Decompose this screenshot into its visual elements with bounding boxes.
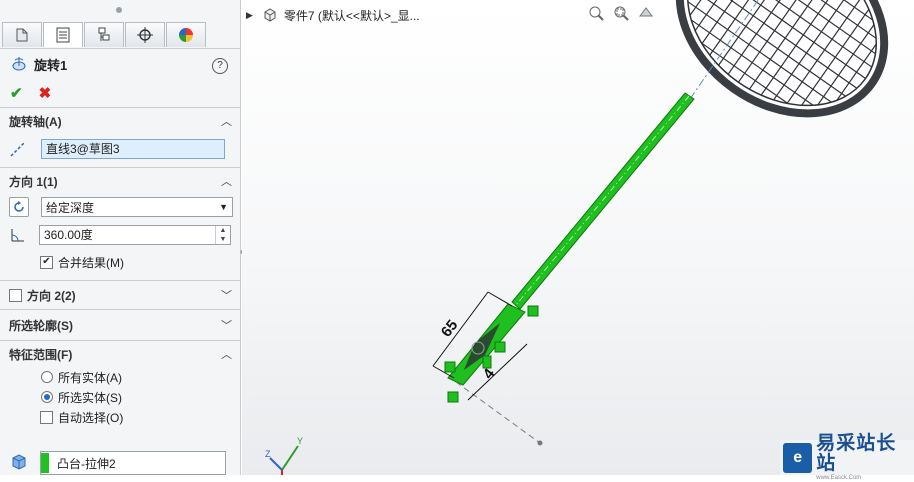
property-manager-panel: 旋转1 ? ✔ ✖ 旋转轴(A) ︿ 直线3@草图3 方向 1(1) ︿ 给定深… bbox=[0, 0, 241, 475]
section-scope: 特征范围(F) ︿ 所有实体(A) 所选实体(S) 自动选择(O) bbox=[0, 340, 240, 427]
feature-tree-icon bbox=[16, 28, 28, 42]
coordinate-triad: Y Z bbox=[265, 436, 303, 475]
manager-tabs bbox=[0, 22, 240, 48]
tab-dimxpert-manager[interactable] bbox=[125, 22, 165, 47]
scope-option-selected-label: 所选实体(S) bbox=[58, 390, 122, 405]
ok-cancel-row: ✔ ✖ bbox=[0, 79, 240, 107]
direction-2-checkbox[interactable] bbox=[9, 288, 22, 302]
axis-selection-field[interactable]: 直线3@草图3 bbox=[41, 139, 225, 159]
selected-body-item[interactable]: 凸台-拉伸2 bbox=[57, 455, 116, 472]
section-direction-2-title: 方向 2(2) bbox=[27, 288, 76, 303]
panel-top-strip bbox=[0, 0, 240, 22]
auto-select-label: 自动选择(O) bbox=[58, 410, 124, 425]
dimension-65-label[interactable]: 65 bbox=[438, 317, 462, 341]
property-list-icon bbox=[56, 27, 70, 43]
axis-endpoint[interactable] bbox=[537, 440, 543, 446]
tab-configuration-manager[interactable] bbox=[84, 22, 124, 47]
feature-title: 旋转1 bbox=[34, 57, 68, 73]
merge-result-label: 合并结果(M) bbox=[58, 255, 124, 270]
crosshair-icon bbox=[137, 27, 153, 43]
section-scope-title: 特征范围(F) bbox=[9, 347, 73, 362]
radio-all-bodies[interactable] bbox=[41, 371, 53, 383]
chevron-down-icon[interactable]: ﹀ bbox=[221, 317, 232, 333]
angle-input[interactable]: 360.00度 ▲ ▼ bbox=[39, 225, 231, 245]
configuration-icon bbox=[98, 27, 110, 41]
revolve-icon bbox=[12, 57, 26, 71]
section-direction-2-header[interactable]: 方向 2(2) ﹀ bbox=[0, 281, 240, 309]
tab-display-manager[interactable] bbox=[166, 22, 206, 47]
revolve-axis-extension bbox=[455, 381, 541, 444]
graphics-viewport[interactable]: ▶ 零件7 (默认<<默认>_显... 65 4 Y Z e 易采站长站 www… bbox=[242, 0, 914, 481]
chevron-up-icon[interactable]: ︿ bbox=[221, 113, 232, 129]
selection-color-swatch bbox=[41, 453, 49, 473]
watermark-logo-icon: e bbox=[783, 442, 813, 473]
string-line bbox=[654, 0, 708, 68]
section-axis-header[interactable]: 旋转轴(A) ︿ bbox=[0, 108, 240, 134]
selected-bodies-list[interactable]: 凸台-拉伸2 bbox=[40, 451, 226, 475]
auto-select-checkbox[interactable] bbox=[40, 410, 53, 424]
triad-z-label: Z bbox=[265, 449, 271, 459]
end-condition-select[interactable]: 给定深度 ▼ bbox=[41, 197, 233, 217]
scope-option-all-label: 所有实体(A) bbox=[58, 370, 122, 385]
auto-select-option[interactable]: 自动选择(O) bbox=[0, 407, 240, 427]
string-line bbox=[654, 0, 718, 76]
dropdown-arrow-icon: ▼ bbox=[219, 202, 228, 212]
section-axis: 旋转轴(A) ︿ 直线3@草图3 bbox=[0, 107, 240, 164]
end-condition-value: 给定深度 bbox=[46, 200, 95, 215]
merge-result-checkbox[interactable]: ✔ bbox=[40, 255, 53, 269]
section-scope-header[interactable]: 特征范围(F) ︿ bbox=[0, 341, 240, 367]
radio-selected-bodies[interactable] bbox=[41, 391, 53, 403]
solid-body-icon bbox=[10, 453, 28, 471]
axis-line-icon bbox=[9, 140, 27, 158]
racket-shaft[interactable] bbox=[511, 92, 695, 310]
section-direction-2: 方向 2(2) ﹀ bbox=[0, 280, 240, 309]
chevron-down-icon[interactable]: ﹀ bbox=[221, 287, 232, 303]
chevron-up-icon[interactable]: ︿ bbox=[221, 173, 232, 189]
section-direction-1-title: 方向 1(1) bbox=[9, 174, 58, 189]
scope-option-selected[interactable]: 所选实体(S) bbox=[0, 387, 240, 407]
feature-header: 旋转1 bbox=[0, 48, 240, 79]
section-direction-1-header[interactable]: 方向 1(1) ︿ bbox=[0, 168, 240, 194]
section-contours-header[interactable]: 所选轮廓(S) ﹀ bbox=[0, 310, 240, 340]
section-direction-1: 方向 1(1) ︿ 给定深度 ▼ 360.00度 ▲ ▼ ✔ 合并结果(M) bbox=[0, 167, 240, 274]
scope-option-all[interactable]: 所有实体(A) bbox=[0, 367, 240, 387]
sketch-relation-markers[interactable] bbox=[444, 305, 539, 403]
help-icon[interactable]: ? bbox=[212, 58, 228, 74]
spin-arrows-icon[interactable]: ▲ ▼ bbox=[215, 226, 230, 244]
triad-y-label: Y bbox=[297, 436, 303, 446]
panel-grip-icon[interactable] bbox=[116, 7, 122, 13]
angle-icon bbox=[9, 226, 27, 244]
section-contours-title: 所选轮廓(S) bbox=[9, 318, 73, 333]
cancel-button[interactable]: ✖ bbox=[39, 84, 52, 102]
badminton-racket-model[interactable]: 65 4 Y Z bbox=[242, 0, 914, 475]
ok-button[interactable]: ✔ bbox=[10, 84, 23, 102]
tab-property-manager[interactable] bbox=[43, 22, 83, 47]
section-contours: 所选轮廓(S) ﹀ bbox=[0, 309, 240, 340]
color-wheel-icon bbox=[179, 28, 193, 42]
watermark-text: 易采站长站 bbox=[816, 432, 897, 474]
angle-value: 360.00度 bbox=[44, 228, 93, 242]
reverse-direction-icon[interactable] bbox=[9, 197, 29, 217]
tab-feature-manager[interactable] bbox=[2, 22, 42, 47]
section-axis-title: 旋转轴(A) bbox=[9, 114, 62, 129]
watermark: e 易采站长站 www.Easck.Com bbox=[780, 433, 914, 481]
chevron-up-icon[interactable]: ︿ bbox=[221, 346, 232, 362]
